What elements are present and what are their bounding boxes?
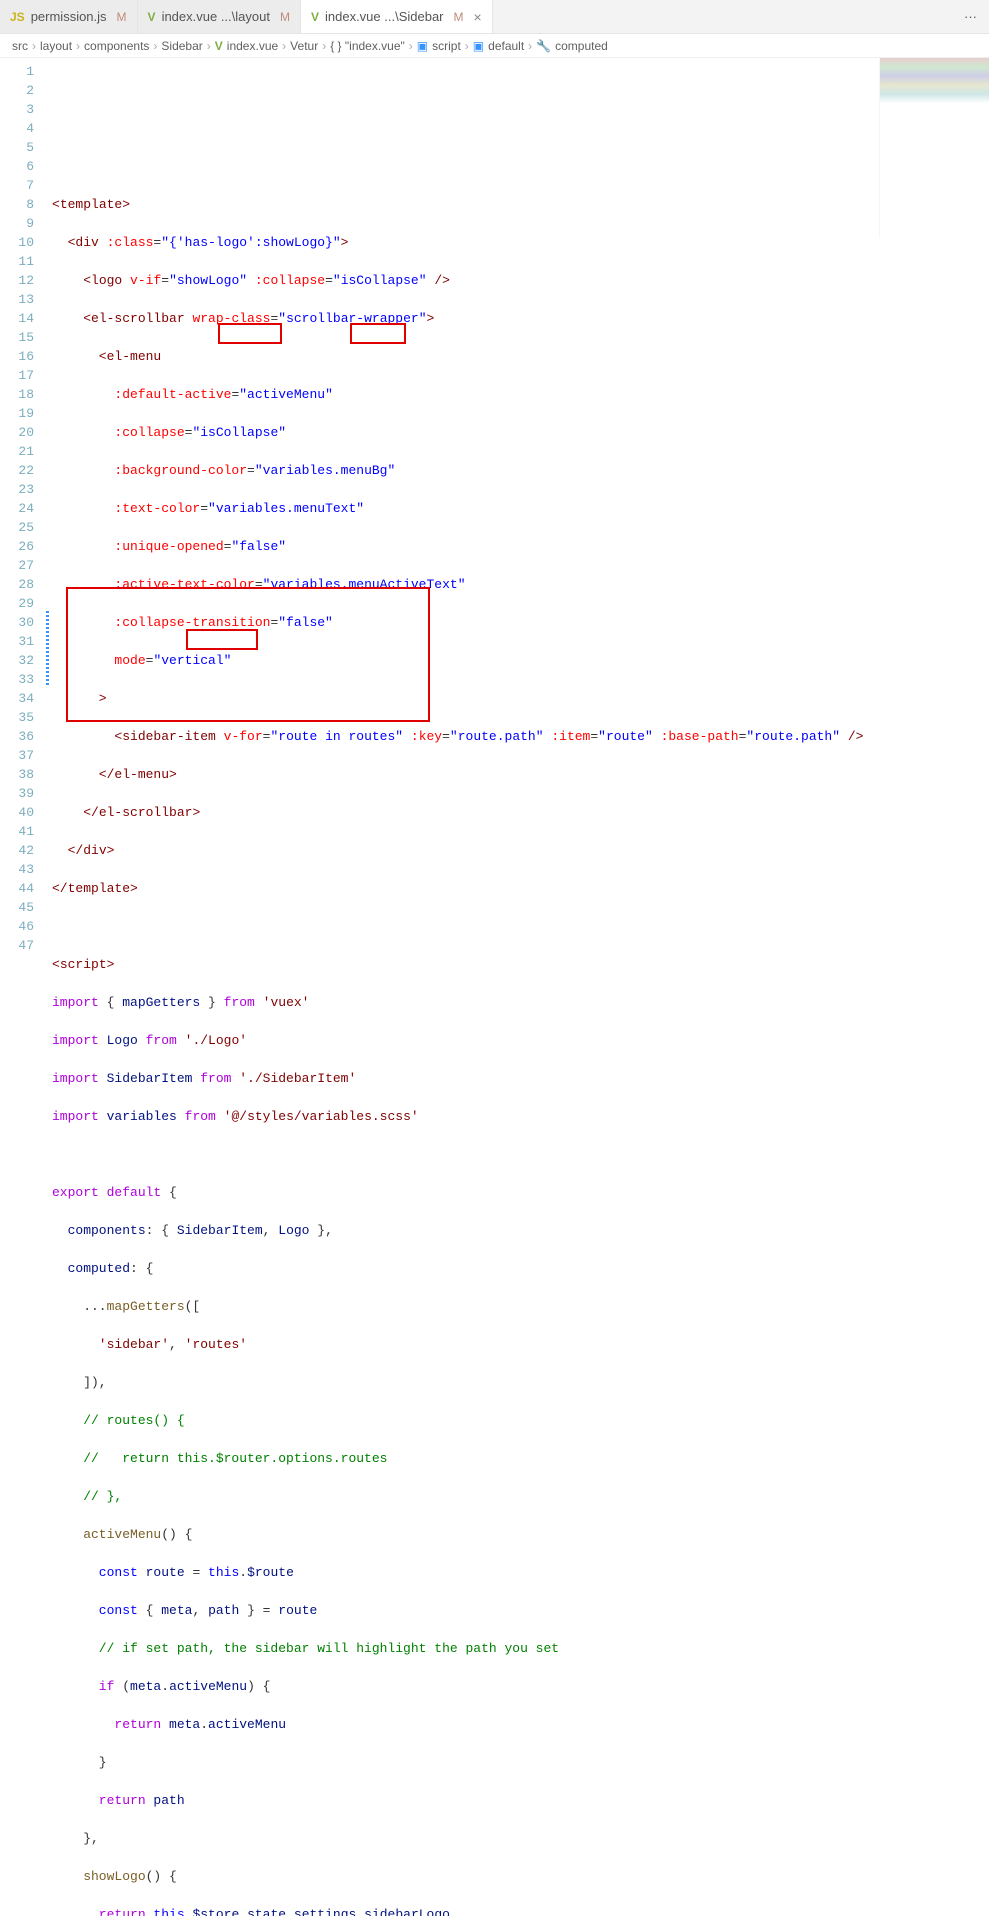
- breadcrumb-item[interactable]: src: [12, 39, 28, 53]
- tab-modified-icon: M: [117, 10, 127, 24]
- tab-permission-js[interactable]: JS permission.js M: [0, 0, 138, 33]
- tab-modified-icon: M: [454, 10, 464, 24]
- vue-icon: V: [311, 10, 319, 24]
- minimap[interactable]: [879, 58, 989, 238]
- chevron-right-icon: ›: [207, 39, 211, 53]
- tab-bar: JS permission.js M V index.vue ...\layou…: [0, 0, 989, 34]
- script-icon: ▣: [417, 39, 428, 53]
- tab-label: index.vue ...\Sidebar: [325, 9, 444, 24]
- breadcrumb: src › layout › components › Sidebar › V inde…: [0, 34, 989, 58]
- breadcrumb-item[interactable]: { } "index.vue": [330, 39, 405, 53]
- vue-icon: V: [215, 39, 223, 53]
- more-actions-button[interactable]: ···: [952, 0, 989, 33]
- highlight-box: [186, 629, 258, 650]
- tab-modified-icon: M: [280, 10, 290, 24]
- breadcrumb-item[interactable]: components: [84, 39, 149, 53]
- chevron-right-icon: ›: [76, 39, 80, 53]
- chevron-right-icon: ›: [409, 39, 413, 53]
- breadcrumb-item[interactable]: script: [432, 39, 461, 53]
- chevron-right-icon: ›: [282, 39, 286, 53]
- breadcrumb-item[interactable]: layout: [40, 39, 72, 53]
- breadcrumb-item[interactable]: Sidebar: [161, 39, 202, 53]
- breadcrumb-item[interactable]: index.vue: [227, 39, 278, 53]
- module-icon: ▣: [473, 39, 484, 53]
- editor[interactable]: 1234567891011121314151617181920212223242…: [0, 58, 989, 958]
- modified-bar: [46, 609, 49, 685]
- tab-label: permission.js: [31, 9, 107, 24]
- line-number-gutter: 1234567891011121314151617181920212223242…: [0, 58, 52, 958]
- chevron-right-icon: ›: [528, 39, 532, 53]
- chevron-right-icon: ›: [465, 39, 469, 53]
- tab-index-layout[interactable]: V index.vue ...\layout M: [138, 0, 301, 33]
- chevron-right-icon: ›: [153, 39, 157, 53]
- close-icon[interactable]: ×: [474, 9, 482, 25]
- breadcrumb-item[interactable]: Vetur: [290, 39, 318, 53]
- chevron-right-icon: ›: [322, 39, 326, 53]
- breadcrumb-item[interactable]: default: [488, 39, 524, 53]
- js-icon: JS: [10, 10, 25, 24]
- breadcrumb-item[interactable]: computed: [555, 39, 608, 53]
- tab-index-sidebar[interactable]: V index.vue ...\Sidebar M ×: [301, 0, 493, 33]
- tab-label: index.vue ...\layout: [162, 9, 270, 24]
- chevron-right-icon: ›: [32, 39, 36, 53]
- property-icon: 🔧: [536, 39, 551, 53]
- vue-icon: V: [148, 10, 156, 24]
- code-area[interactable]: <template> <div :class="{'has-logo':show…: [52, 58, 879, 958]
